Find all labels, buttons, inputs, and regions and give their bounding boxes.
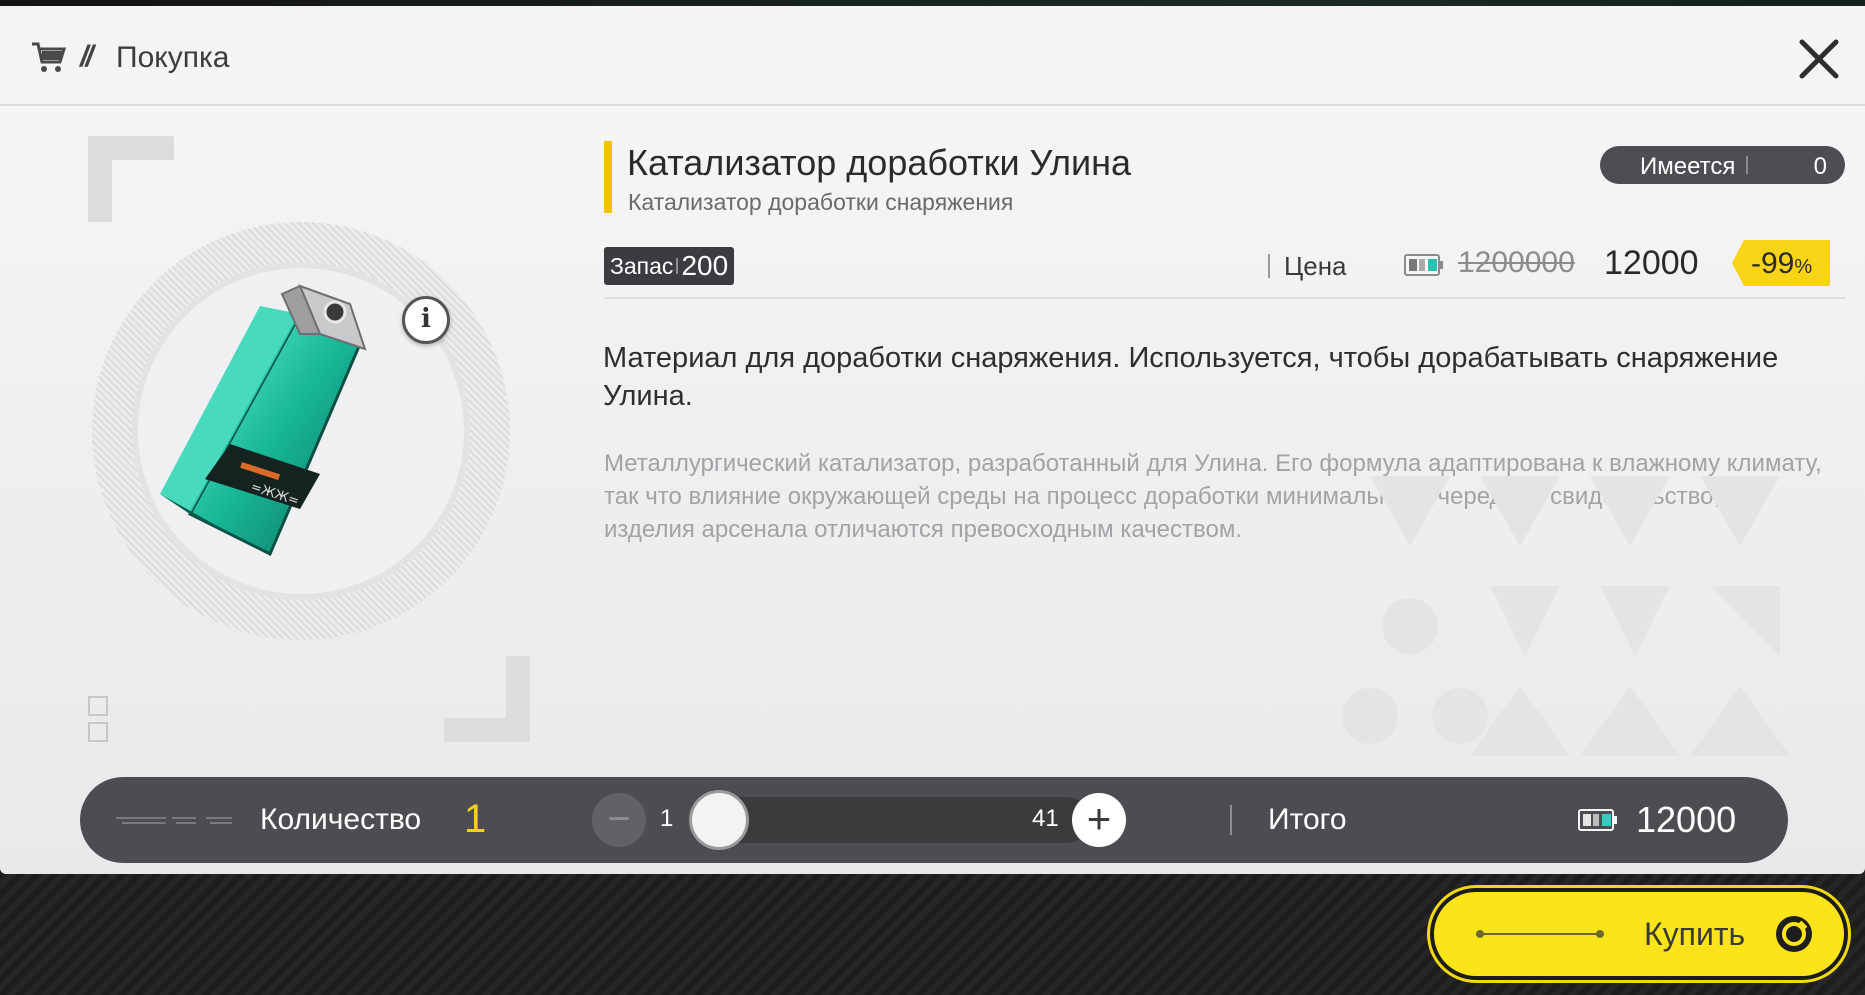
decrease-button[interactable]: − (592, 793, 646, 847)
stock-separator (676, 258, 679, 274)
item-info-button[interactable]: i (402, 296, 450, 344)
price-label: Цена (1284, 251, 1347, 281)
stock-label: Запас (610, 252, 674, 279)
carousel-dot-2[interactable] (88, 722, 108, 742)
total-label: Итого (1268, 803, 1347, 836)
total-separator (1230, 805, 1232, 835)
slider-min: 1 (660, 805, 674, 832)
quantity-bar: Количество 1 − 1 41 + Итого 12000 (80, 777, 1788, 863)
purchase-dialog: // Покупка =ЖЖ= i Катализатор доработки … (0, 6, 1865, 874)
stock-value: 200 (681, 250, 729, 281)
close-icon[interactable] (1796, 36, 1842, 82)
confirm-icon (1776, 916, 1812, 952)
credit-battery-icon (1404, 254, 1443, 276)
buy-deco-line (1476, 930, 1604, 938)
credit-battery-icon (1578, 809, 1617, 831)
quantity-deco-icon (116, 817, 232, 824)
item-name: Катализатор доработки Улина (627, 142, 1132, 183)
owned-value: 0 (1813, 153, 1827, 180)
price-separator (1268, 254, 1270, 278)
quantity-value: 1 (464, 797, 487, 841)
header-slash: // (80, 40, 94, 73)
discount-tag: -99% (1732, 240, 1830, 286)
quantity-label: Количество (260, 803, 422, 836)
discount-value: -99% (1751, 247, 1813, 280)
item-description: Материал для доработки снаряжения. Испол… (603, 342, 1779, 412)
owned-count-badge: Имеется 0 (1600, 146, 1845, 184)
owned-separator (1746, 156, 1748, 174)
dialog-header: // Покупка (0, 6, 1865, 106)
increase-button[interactable]: + (1072, 793, 1126, 847)
buy-label: Купить (1644, 916, 1746, 952)
total-value: 12000 (1636, 799, 1737, 840)
buy-button[interactable]: Купить (1434, 892, 1844, 976)
cart-icon (32, 42, 66, 72)
frame-corner-top-left (88, 136, 174, 222)
dialog-title: Покупка (116, 41, 230, 74)
discounted-price: 12000 (1604, 244, 1699, 282)
stock-badge: Запас 200 (604, 247, 735, 285)
original-price: 1200000 (1458, 246, 1575, 279)
slider-handle[interactable] (692, 793, 746, 847)
watermark-pattern (1342, 476, 1790, 756)
carousel-dot-1[interactable] (88, 696, 108, 716)
item-category: Катализатор доработки снаряжения (628, 189, 1014, 215)
frame-corner-bottom-right (444, 656, 530, 742)
owned-label: Имеется (1640, 153, 1736, 180)
catalyst-item-image: =ЖЖ= (160, 284, 367, 557)
price-divider (604, 297, 1846, 299)
title-accent-bar (604, 141, 612, 213)
slider-max: 41 (1032, 805, 1059, 832)
quantity-slider[interactable] (692, 797, 1090, 843)
